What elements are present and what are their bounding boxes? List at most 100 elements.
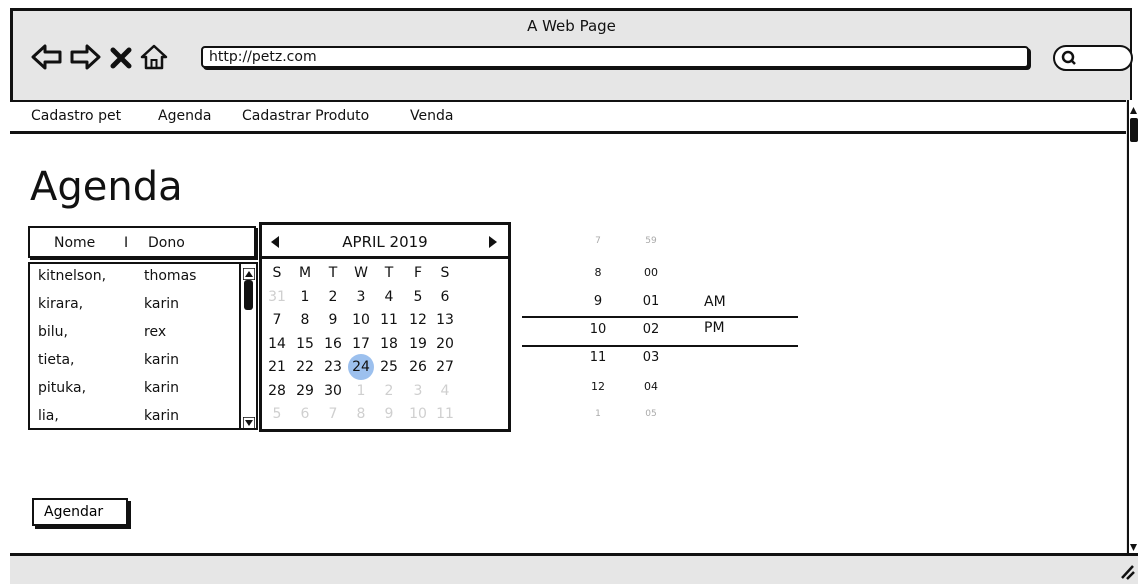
next-month-icon[interactable] <box>488 234 498 253</box>
list-scroll-down-icon[interactable] <box>242 414 256 428</box>
weekday-label: S <box>440 265 450 281</box>
calendar-day[interactable]: 26 <box>407 357 429 377</box>
selected-hour[interactable]: 10 <box>578 322 618 337</box>
weekday-label: M <box>298 265 312 281</box>
calendar-day-outside-month[interactable]: 9 <box>378 404 400 424</box>
calendar-day-outside-month[interactable]: 7 <box>322 404 344 424</box>
menu-item-cadastro-pet[interactable]: Cadastro pet <box>31 108 121 124</box>
calendar-header: APRIL 2019 <box>262 225 508 259</box>
calendar-day[interactable]: 5 <box>407 287 429 307</box>
calendar-day[interactable]: 12 <box>407 310 429 330</box>
resize-grip-icon[interactable] <box>1118 560 1136 584</box>
calendar-day[interactable]: 9 <box>322 310 344 330</box>
list-item[interactable]: kitnelson, thomas <box>38 268 238 292</box>
list-scrollbar[interactable] <box>239 264 256 428</box>
calendar-day[interactable]: 29 <box>294 381 316 401</box>
hour-option[interactable]: 7 <box>578 236 618 246</box>
calendar-day-outside-month[interactable]: 6 <box>294 404 316 424</box>
pet-name: tieta, <box>38 352 75 368</box>
selected-minute[interactable]: 02 <box>631 322 671 337</box>
stop-icon[interactable] <box>109 47 133 73</box>
status-bar <box>10 553 1138 584</box>
minute-option[interactable]: 03 <box>631 350 671 365</box>
calendar-day[interactable]: 2 <box>322 287 344 307</box>
hour-option[interactable]: 8 <box>578 266 618 279</box>
minute-option[interactable]: 59 <box>631 236 671 246</box>
calendar-day[interactable]: 18 <box>378 334 400 354</box>
calendar-day-outside-month[interactable]: 2 <box>378 381 400 401</box>
calendar-day-outside-month[interactable]: 10 <box>407 404 429 424</box>
list-item[interactable]: tieta, karin <box>38 352 238 376</box>
menu-item-cadastrar-produto[interactable]: Cadastrar Produto <box>242 108 369 124</box>
page-scroll-thumb[interactable] <box>1130 118 1138 142</box>
calendar-day[interactable]: 6 <box>434 287 456 307</box>
calendar-day[interactable]: 4 <box>378 287 400 307</box>
calendar-day[interactable]: 16 <box>322 334 344 354</box>
calendar-day[interactable]: 1 <box>294 287 316 307</box>
list-item[interactable]: kirara, karin <box>38 296 238 320</box>
menu-item-agenda[interactable]: Agenda <box>158 108 211 124</box>
list-scroll-thumb[interactable] <box>244 280 253 310</box>
calendar-day[interactable]: 19 <box>407 334 429 354</box>
forward-icon[interactable] <box>69 43 101 75</box>
minute-option[interactable]: 04 <box>631 380 671 393</box>
owner-name: karin <box>144 352 179 368</box>
minute-option[interactable]: 05 <box>631 409 671 419</box>
pet-list[interactable]: kitnelson, thomas kirara, karin bilu, re… <box>28 262 258 430</box>
calendar-day[interactable]: 24 <box>350 357 372 377</box>
pet-name: kirara, <box>38 296 84 312</box>
weekday-label: W <box>354 265 368 281</box>
list-item[interactable]: lia, karin <box>38 408 238 428</box>
owner-name: karin <box>144 380 179 396</box>
pet-name: lia, <box>38 408 59 424</box>
weekday-label: T <box>328 265 338 281</box>
list-item[interactable]: bilu, rex <box>38 324 238 348</box>
url-bar[interactable]: http://petz.com <box>201 46 1029 68</box>
calendar-day-outside-month[interactable]: 11 <box>434 404 456 424</box>
time-selection-line-top <box>522 316 798 318</box>
calendar-day[interactable]: 17 <box>350 334 372 354</box>
calendar-day[interactable]: 7 <box>266 310 288 330</box>
calendar-day[interactable]: 13 <box>434 310 456 330</box>
owner-name: karin <box>144 408 179 424</box>
calendar-day-outside-month[interactable]: 3 <box>407 381 429 401</box>
calendar-day-outside-month[interactable]: 31 <box>266 287 288 307</box>
calendar-day[interactable]: 21 <box>266 357 288 377</box>
calendar-day[interactable]: 20 <box>434 334 456 354</box>
agendar-button[interactable]: Agendar <box>32 498 128 526</box>
owner-name: rex <box>144 324 167 340</box>
calendar-day-outside-month[interactable]: 5 <box>266 404 288 424</box>
minute-option[interactable]: 00 <box>631 266 671 279</box>
calendar-day[interactable]: 25 <box>378 357 400 377</box>
minute-option[interactable]: 01 <box>631 294 671 309</box>
calendar-day[interactable]: 22 <box>294 357 316 377</box>
calendar-day[interactable]: 8 <box>294 310 316 330</box>
calendar-day[interactable]: 28 <box>266 381 288 401</box>
back-icon[interactable] <box>31 43 63 75</box>
selected-ampm[interactable]: PM <box>704 320 725 336</box>
menu-item-venda[interactable]: Venda <box>410 108 453 124</box>
column-header-nome: Nome <box>54 235 96 251</box>
home-icon[interactable] <box>139 43 169 75</box>
page-scrollbar[interactable] <box>1127 100 1138 555</box>
calendar-day[interactable]: 11 <box>378 310 400 330</box>
calendar-day[interactable]: 10 <box>350 310 372 330</box>
hour-option[interactable]: 12 <box>578 380 618 393</box>
calendar-day[interactable]: 14 <box>266 334 288 354</box>
list-item[interactable]: pituka, karin <box>38 380 238 404</box>
calendar-day[interactable]: 3 <box>350 287 372 307</box>
calendar-day[interactable]: 27 <box>434 357 456 377</box>
hour-option[interactable]: 1 <box>578 409 618 419</box>
pet-name: bilu, <box>38 324 68 340</box>
calendar-day[interactable]: 30 <box>322 381 344 401</box>
hour-option[interactable]: 9 <box>578 294 618 309</box>
calendar-day-outside-month[interactable]: 4 <box>434 381 456 401</box>
hour-option[interactable]: 11 <box>578 350 618 365</box>
ampm-option[interactable]: AM <box>704 294 726 310</box>
calendar-day[interactable]: 15 <box>294 334 316 354</box>
calendar-day[interactable]: 23 <box>322 357 344 377</box>
calendar-day-outside-month[interactable]: 8 <box>350 404 372 424</box>
calendar-day-outside-month[interactable]: 1 <box>350 381 372 401</box>
weekday-label: T <box>384 265 394 281</box>
browser-search-box[interactable] <box>1053 45 1133 71</box>
